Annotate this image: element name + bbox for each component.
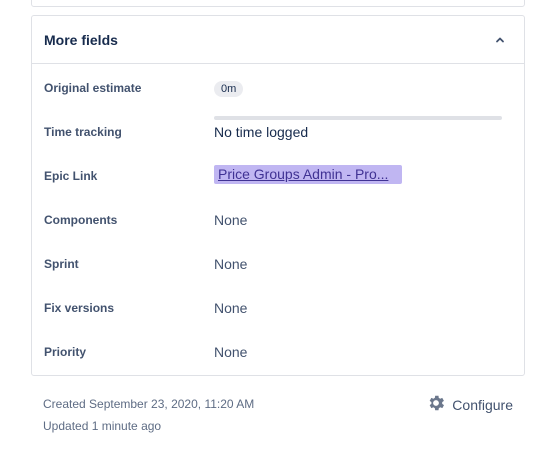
sprint-value[interactable]: None [214, 256, 247, 272]
time-tracking-bar [214, 116, 502, 120]
field-row-priority: Priority None [32, 330, 524, 374]
estimate-lozenge: 0m [214, 81, 244, 97]
field-row-components: Components None [32, 198, 524, 242]
time-tracking-widget[interactable]: No time logged [214, 116, 502, 140]
time-tracking-text: No time logged [214, 124, 309, 140]
field-label: Priority [44, 345, 87, 359]
field-label: Fix versions [44, 301, 115, 315]
epic-link-value: Price Groups Admin - Pro... [214, 165, 402, 187]
panel-header[interactable]: More fields [32, 16, 524, 64]
updated-timestamp: Updated 1 minute ago [43, 419, 162, 433]
epic-link[interactable]: Price Groups Admin - Pro... [214, 165, 402, 184]
panel-title: More fields [44, 31, 118, 48]
field-label: Epic Link [44, 169, 98, 183]
field-row-time-tracking: Time tracking No time logged [32, 110, 524, 154]
priority-value[interactable]: None [214, 344, 247, 360]
previous-panel [31, 0, 525, 7]
gear-icon [426, 393, 446, 416]
issue-footer: Created September 23, 2020, 11:20 AM Upd… [43, 393, 513, 443]
more-fields-panel: More fields Original estimate 0m Time tr… [31, 15, 525, 376]
components-value[interactable]: None [214, 212, 247, 228]
field-row-epic-link: Epic Link Price Groups Admin - Pro... [32, 154, 524, 198]
original-estimate-value[interactable]: 0m [214, 79, 244, 97]
field-label: Original estimate [44, 81, 142, 95]
chevron-up-icon[interactable] [488, 28, 512, 52]
field-row-fix-versions: Fix versions None [32, 286, 524, 330]
field-row-sprint: Sprint None [32, 242, 524, 286]
field-label: Sprint [44, 257, 79, 271]
field-label: Time tracking [44, 125, 122, 139]
configure-label: Configure [452, 396, 513, 413]
field-row-original-estimate: Original estimate 0m [32, 66, 524, 110]
configure-button[interactable]: Configure [426, 393, 513, 416]
field-label: Components [44, 213, 118, 227]
fix-versions-value[interactable]: None [214, 300, 247, 316]
